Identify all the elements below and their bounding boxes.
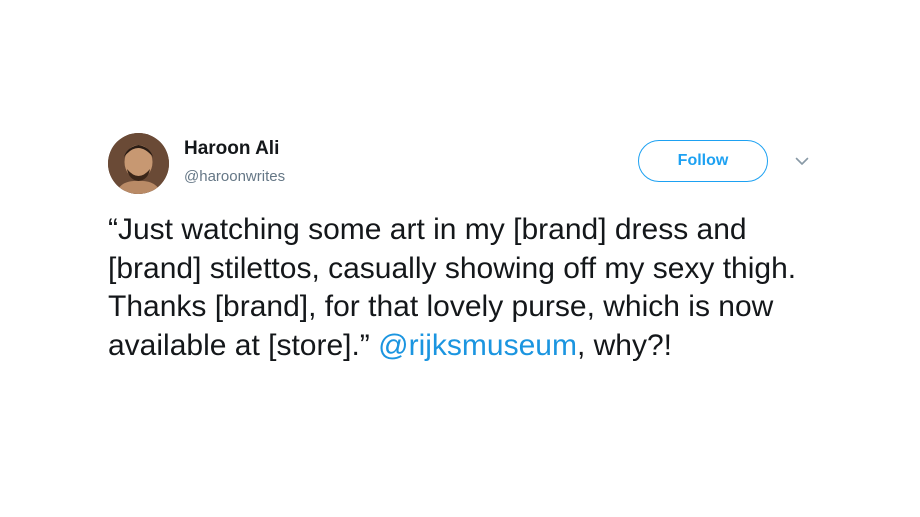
tweet-card: Haroon Ali @haroonwrites Follow “Just wa… [0, 0, 920, 517]
avatar[interactable] [108, 133, 169, 194]
tweet-text: “Just watching some art in my [brand] dr… [108, 211, 828, 365]
follow-button[interactable]: Follow [638, 140, 768, 182]
mention-link[interactable]: @rijksmuseum [378, 329, 577, 362]
tweet-suffix: , why?! [576, 328, 672, 362]
author-handle[interactable]: @haroonwrites [184, 168, 285, 185]
avatar-image [108, 133, 169, 194]
chevron-down-icon[interactable] [794, 153, 810, 169]
author-display-name[interactable]: Haroon Ali [184, 138, 279, 160]
